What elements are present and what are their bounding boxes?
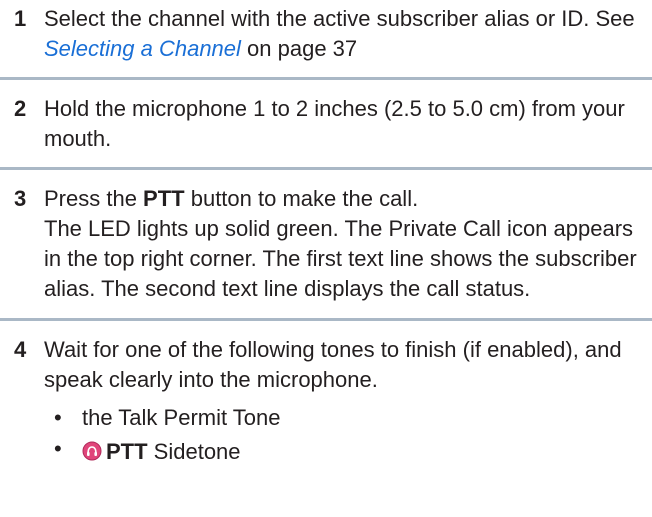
- step-number: 1: [14, 6, 27, 31]
- step-1: 1 Select the channel with the active sub…: [0, 0, 652, 77]
- tone-list: • the Talk Permit Tone • PTT Sidetone: [44, 403, 652, 467]
- step-number: 2: [14, 96, 27, 121]
- step-text: Select the channel with the active subsc…: [44, 6, 635, 31]
- step-number: 4: [14, 337, 27, 362]
- list-item-text: Sidetone: [147, 439, 241, 464]
- ptt-sidetone-icon: [82, 439, 102, 461]
- selecting-channel-link[interactable]: Selecting a Channel: [44, 36, 241, 61]
- ptt-button-label: PTT: [143, 186, 185, 211]
- step-4: 4 Wait for one of the following tones to…: [0, 321, 652, 403]
- procedure-steps: 1 Select the channel with the active sub…: [0, 0, 652, 467]
- step-text-suffix: button to make the call.: [184, 186, 419, 211]
- step-text: Press the: [44, 186, 144, 211]
- list-item-text: the Talk Permit Tone: [82, 405, 281, 430]
- list-item: • the Talk Permit Tone: [44, 403, 652, 433]
- step-2: 2 Hold the microphone 1 to 2 inches (2.5…: [0, 80, 652, 167]
- step-3: 3 Press the PTT button to make the call.…: [0, 170, 652, 318]
- step-text: Hold the microphone 1 to 2 inches (2.5 t…: [44, 96, 625, 151]
- bullet-marker: •: [54, 405, 62, 430]
- step-text-suffix: on page 37: [240, 36, 358, 61]
- step-text: Wait for one of the following tones to f…: [44, 337, 622, 392]
- step-number: 3: [14, 186, 27, 211]
- bullet-marker: •: [54, 436, 62, 461]
- ptt-label: PTT: [106, 439, 148, 464]
- step-description: The LED lights up solid green. The Priva…: [44, 216, 637, 301]
- list-item: • PTT Sidetone: [44, 436, 652, 467]
- step-instruction: Press the PTT button to make the call.: [44, 184, 646, 214]
